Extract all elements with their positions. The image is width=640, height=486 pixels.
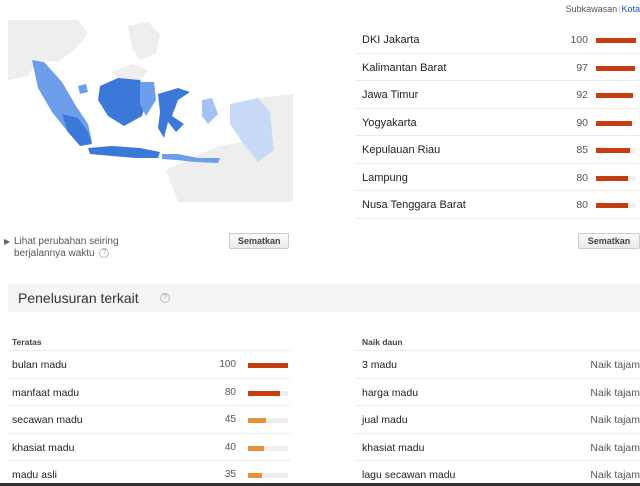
embed-button-right[interactable]: Sematkan [578, 233, 640, 249]
region-bar [596, 65, 635, 71]
rising-status: Naik tajam [590, 441, 640, 454]
region-bar [596, 203, 628, 208]
query-value: 40 [224, 441, 236, 453]
query-bar [248, 418, 266, 423]
list-item[interactable]: jual madu Naik tajam [356, 405, 640, 433]
related-searches-header: Penelusuran terkait ? [8, 284, 640, 312]
view-toggle: Subkawasan|Kota [566, 4, 640, 14]
query-label[interactable]: khasiat madu [12, 442, 74, 454]
change-link-line2: berjalannya waktu [14, 248, 95, 259]
region-name: Nusa Tenggara Barat [362, 199, 466, 211]
region-name: Kalimantan Barat [362, 61, 447, 74]
query-label[interactable]: harga madu [362, 387, 418, 399]
region-bar [596, 120, 632, 126]
query-bar [248, 390, 280, 396]
region-bar [596, 148, 630, 153]
region-value: 85 [576, 144, 588, 156]
indonesia-map[interactable] [8, 20, 293, 202]
list-item[interactable]: bulan madu 100 [8, 350, 290, 378]
list-item[interactable]: secawan madu 45 [8, 405, 290, 433]
query-value: 100 [219, 359, 236, 370]
region-name: Kepulauan Riau [362, 144, 441, 156]
top-queries-list: bulan madu 100 manfaat madu 80 secawan m… [8, 350, 290, 486]
region-bar [596, 175, 628, 181]
region-row[interactable]: Jawa Timur 92 [356, 81, 640, 109]
top-heading: Teratas [12, 337, 42, 347]
view-change-over-time-link[interactable]: ▶ Lihat perubahan seiring berjalannya wa… [4, 236, 154, 260]
list-item[interactable]: manfaat madu 80 [8, 377, 290, 406]
rising-heading: Naik daun [362, 337, 403, 347]
region-value: 80 [576, 171, 588, 184]
region-bar [596, 93, 633, 98]
change-link-line1: Lihat perubahan seiring [14, 236, 119, 247]
region-row[interactable]: Yogyakarta 90 [356, 109, 640, 136]
embed-button-left[interactable]: Sematkan [229, 233, 289, 249]
city-link[interactable]: Kota [621, 4, 640, 14]
rising-status: Naik tajam [590, 414, 640, 426]
region-row[interactable]: Kalimantan Barat 97 [356, 54, 640, 81]
region-name: DKI Jakarta [362, 34, 420, 46]
query-label[interactable]: secawan madu [12, 414, 83, 426]
help-icon[interactable]: ? [160, 293, 170, 303]
list-item[interactable]: khasiat madu 40 [8, 432, 290, 461]
query-value: 45 [224, 414, 236, 425]
query-label[interactable]: 3 madu [362, 359, 397, 371]
query-bar [248, 473, 262, 478]
list-item[interactable]: 3 madu Naik tajam [356, 350, 640, 378]
region-name: Yogyakarta [362, 116, 417, 129]
map-riau-islands[interactable] [78, 84, 88, 94]
region-bar [596, 38, 636, 43]
region-row[interactable]: Nusa Tenggara Barat 80 [356, 191, 640, 219]
list-item[interactable]: khasiat madu Naik tajam [356, 432, 640, 461]
query-value: 80 [224, 386, 236, 398]
query-value: 35 [224, 469, 236, 480]
map-java[interactable] [88, 146, 160, 158]
map-philippines [128, 22, 160, 60]
query-label[interactable]: khasiat madu [362, 442, 424, 454]
rising-queries-list: 3 madu Naik tajam harga madu Naik tajam … [356, 350, 640, 486]
query-label[interactable]: madu asli [12, 469, 57, 481]
query-label[interactable]: jual madu [362, 414, 408, 426]
region-list: DKI Jakarta 100 Kalimantan Barat 97 Jawa… [356, 26, 640, 219]
query-label[interactable]: lagu secawan madu [362, 469, 455, 481]
region-value: 100 [570, 34, 588, 46]
rising-status: Naik tajam [590, 359, 640, 371]
region-row[interactable]: Lampung 80 [356, 164, 640, 191]
query-label[interactable]: manfaat madu [12, 387, 79, 399]
region-name: Lampung [362, 171, 408, 184]
region-row[interactable]: DKI Jakarta 100 [356, 26, 640, 54]
related-searches-title: Penelusuran terkait [18, 290, 139, 306]
map-maluku[interactable] [202, 98, 218, 124]
region-name: Jawa Timur [362, 89, 419, 101]
region-row[interactable]: Kepulauan Riau 85 [356, 136, 640, 164]
query-label[interactable]: bulan madu [12, 359, 67, 371]
region-value: 90 [576, 116, 588, 129]
map-sulawesi[interactable] [158, 88, 190, 138]
rising-status: Naik tajam [590, 386, 640, 399]
help-icon[interactable]: ? [99, 248, 110, 259]
subregion-link[interactable]: Subkawasan [566, 4, 618, 14]
list-item[interactable]: harga madu Naik tajam [356, 377, 640, 406]
region-value: 97 [576, 61, 588, 74]
region-value: 92 [576, 89, 588, 101]
rising-status: Naik tajam [590, 469, 640, 481]
region-value: 80 [576, 199, 588, 211]
query-bar [248, 363, 288, 368]
expand-arrow-icon: ▶ [4, 237, 11, 246]
query-bar [248, 445, 264, 451]
